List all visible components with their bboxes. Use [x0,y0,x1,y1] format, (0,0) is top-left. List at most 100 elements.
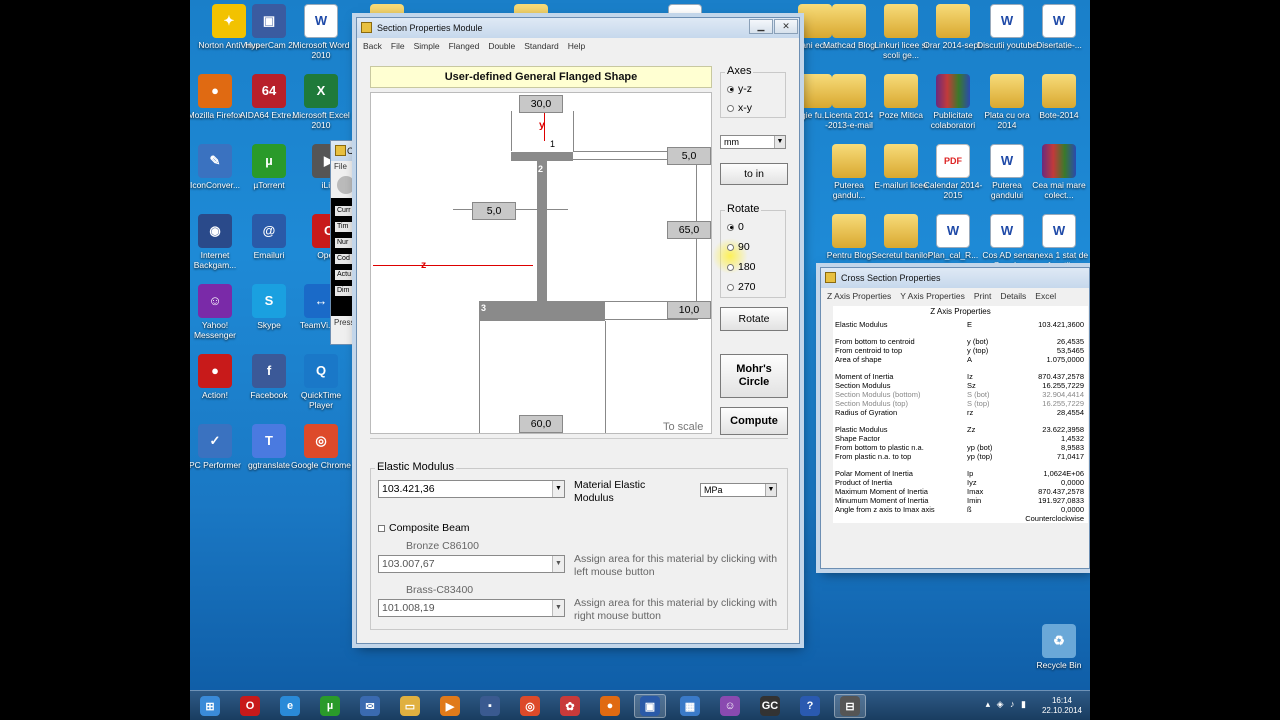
rotate-button[interactable]: Rotate [720,307,788,331]
taskbar-button-10[interactable]: ● [594,694,626,718]
taskbar-button-0[interactable]: ⊞ [194,694,226,718]
top-width-input[interactable]: 30,0 [519,95,563,113]
property-symbol: y (top) [967,346,989,355]
radio-dot[interactable] [727,223,734,231]
taskbar-button-7[interactable]: ▪ [474,694,506,718]
rotate-radio-180[interactable]: 180 [727,261,756,273]
section-canvas[interactable]: y z 1 2 3 30,0 5,0 5,0 65,0 10,0 60,0 To… [370,92,712,434]
desktop-icon-publicitate[interactable]: Publicitate colaboratori [922,74,984,130]
taskbar-button-1[interactable]: O [234,694,266,718]
web-height-input[interactable]: 65,0 [667,221,711,239]
radio-dot[interactable] [727,85,734,93]
compute-button[interactable]: Compute [720,407,788,435]
radio-dot[interactable] [727,263,734,271]
chevron-down-icon[interactable]: ▼ [552,600,564,616]
radio-dot[interactable] [727,104,734,112]
desktop-icon-excel2010[interactable]: X Microsoft Excel 2010 [290,74,352,130]
taskbar-button-16[interactable]: ⊟ [834,694,866,718]
close-button[interactable]: ✕ [774,19,798,34]
taskbar-button-6[interactable]: ▶ [434,694,466,718]
csp-titlebar[interactable]: Cross Section Properties [821,268,1089,288]
axes-radio-y-z[interactable]: y-z [727,83,752,95]
web-thickness-input[interactable]: 5,0 [472,202,516,220]
property-row: Area of shape A 1.075,0000 [833,355,1088,364]
minimize-button[interactable]: ▁ [749,19,773,34]
menu-item-help[interactable]: Help [568,41,585,51]
dim-line [605,319,698,320]
desktop-icon-bote[interactable]: Bote-2014 [1028,74,1090,120]
bottom-width-input[interactable]: 60,0 [519,415,563,433]
units-select[interactable]: mm ▼ [720,135,786,149]
word-doc-icon: W [1042,4,1076,38]
menu-item-double[interactable]: Double [488,41,515,51]
property-value: 103.421,3600 [1038,320,1084,329]
desktop-icon-word2010[interactable]: W Microsoft Word 2010 [290,4,352,60]
taskbar-button-13[interactable]: ☺ [714,694,746,718]
axes-radio-x-y[interactable]: x-y [727,102,752,114]
taskbar-button-14[interactable]: GC [754,694,786,718]
top-flange-thickness-input[interactable]: 5,0 [667,147,711,165]
menu-item-flanged[interactable]: Flanged [449,41,480,51]
properties-rows: Elastic Modulus E 103.421,3600 From bottom … [833,320,1088,523]
taskbar-button-3[interactable]: µ [314,694,346,718]
tray-icons[interactable]: ▴ ◈ ♪ ▮ [986,699,1028,710]
csp-menu-item-y-axis-properties[interactable]: Y Axis Properties [900,291,965,301]
menu-item-back[interactable]: Back [363,41,382,51]
taskbar-button-8[interactable]: ◎ [514,694,546,718]
desktop-icon-utorrent[interactable]: µ µTorrent [238,144,300,190]
spm-titlebar[interactable]: Section Properties Module ▁ ✕ [357,18,799,38]
csp-menu-item-z-axis-properties[interactable]: Z Axis Properties [827,291,891,301]
csp-menu-item-print[interactable]: Print [974,291,991,301]
desktop-icon-disertatie[interactable]: W Disertatie-... [1028,4,1090,50]
chevron-down-icon[interactable]: ▼ [765,484,776,496]
chevron-down-icon[interactable]: ▼ [774,136,785,148]
mohrs-circle-button[interactable]: Mohr's Circle [720,354,788,398]
rotate-radio-0[interactable]: 0 [727,221,744,233]
taskbar-button-2[interactable]: e [274,694,306,718]
composite-beam-checkbox[interactable]: Composite Beam [378,522,470,534]
taskbar-button-5[interactable]: ▭ [394,694,426,718]
modulus-units-select[interactable]: MPa ▼ [700,483,777,497]
bronze-label: Bronze C86100 [406,540,479,552]
desktop-icon-orar[interactable]: Orar 2014-sept. [922,4,984,50]
taskbar-button-9[interactable]: ✿ [554,694,586,718]
radio-dot[interactable] [727,283,734,291]
chevron-down-icon[interactable]: ▼ [552,481,564,497]
desktop-icon-emailuri[interactable]: @ Emailuri [238,214,300,260]
taskbar-button-11[interactable]: ▣ [634,694,666,718]
elastic-modulus-input[interactable]: 103.421,36 ▼ [378,480,565,498]
taskbar-button-15[interactable]: ? [794,694,826,718]
csp-menu-item-excel[interactable]: Excel [1035,291,1056,301]
menu-item-standard[interactable]: Standard [524,41,559,51]
menu-item-simple[interactable]: Simple [414,41,440,51]
csp-menubar: Z Axis Properties Y Axis Properties Print D… [821,288,1089,304]
section-properties-window: Section Properties Module ▁ ✕ Back File Si… [356,17,800,644]
brass-modulus-input[interactable]: 101.008,19 ▼ [378,599,565,617]
radio-dot[interactable] [727,243,734,251]
checkbox-box[interactable] [378,524,385,532]
web[interactable] [537,161,547,301]
taskbar-button-12[interactable]: ▦ [674,694,706,718]
desktop-icon-quicktime[interactable]: Q QuickTime Player [290,354,352,410]
top-flange[interactable] [511,152,573,161]
folder-icon [884,214,918,248]
bronze-modulus-input[interactable]: 103.007,67 ▼ [378,555,565,573]
bottom-flange[interactable] [479,301,605,321]
to-in-button[interactable]: to in [720,163,788,185]
desktop-icon-anexa[interactable]: Wanexa 1 stat de functii [1028,214,1090,270]
backgammon-icon: ◉ [198,214,232,248]
csp-menu-item-details[interactable]: Details [1000,291,1026,301]
desktop-icon-plancal[interactable]: W Plan_cal_R... [922,214,984,260]
chevron-down-icon[interactable]: ▼ [552,556,564,572]
bottom-flange-thickness-input[interactable]: 10,0 [667,301,711,319]
desktop-icon-recyclebin[interactable]: ♻ Recycle Bin [1028,624,1090,670]
clock[interactable]: 16:14 22.10.2014 [1042,696,1082,716]
rotate-radio-90[interactable]: 90 [727,241,750,253]
clock-date: 22.10.2014 [1041,706,1082,715]
rotate-radio-270[interactable]: 270 [727,281,756,293]
desktop-icon-chrome[interactable]: ◎ Google Chrome [290,424,352,470]
desktop-icon-calendar[interactable]: PDF Calendar 2014-2015 [922,144,984,200]
desktop-icon-ceamai[interactable]: Cea mai mare colect... [1028,144,1090,200]
menu-item-file[interactable]: File [391,41,405,51]
taskbar-button-4[interactable]: ✉ [354,694,386,718]
